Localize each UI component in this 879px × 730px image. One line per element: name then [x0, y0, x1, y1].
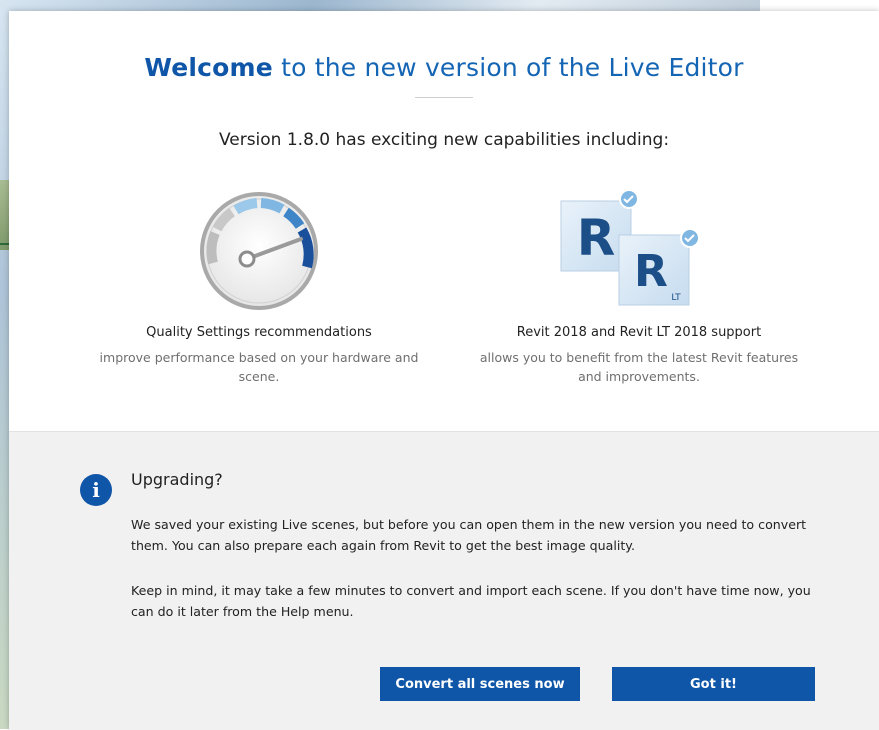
dialog-headline: Welcome to the new version of the Live E… [9, 53, 879, 82]
got-it-button[interactable]: Got it! [612, 667, 815, 701]
convert-all-scenes-button[interactable]: Convert all scenes now [380, 667, 580, 701]
feature-revit-support: R R LT Revit 2018 and Revit LT 2018 supp… [469, 181, 809, 386]
feature-icon-wrap: R R LT [469, 181, 809, 321]
welcome-dialog: Welcome to the new version of the Live E… [9, 11, 879, 730]
dialog-subhead: Version 1.8.0 has exciting new capabilit… [218, 130, 670, 150]
feature-quality-settings: Quality Settings recommendations improve… [89, 181, 429, 386]
upgrade-panel: i Upgrading? We saved your existing Live… [9, 431, 879, 730]
upgrade-paragraph-2: Keep in mind, it may take a few minutes … [131, 583, 811, 619]
revit-lt-logo-letter: R [634, 246, 668, 297]
headline-divider [415, 97, 473, 98]
revit-lt-badge: LT [671, 293, 681, 303]
feature-icon-wrap [89, 181, 429, 321]
info-icon: i [80, 474, 112, 506]
upgrade-title: Upgrading? [131, 470, 223, 489]
feature-description: improve performance based on your hardwa… [99, 350, 419, 384]
speedometer-icon [200, 192, 318, 310]
upgrade-paragraph-1: We saved your existing Live scenes, but … [131, 517, 807, 553]
headline-rest: to the new version of the Live Editor [272, 53, 744, 82]
headline-strong: Welcome [144, 53, 273, 82]
feature-title: Quality Settings recommendations [146, 325, 372, 340]
revit-logo-letter: R [577, 209, 616, 267]
revit-logos-icon: R R LT [560, 189, 700, 306]
feature-title: Revit 2018 and Revit LT 2018 support [516, 325, 762, 340]
feature-description: allows you to benefit from the latest Re… [479, 350, 799, 384]
